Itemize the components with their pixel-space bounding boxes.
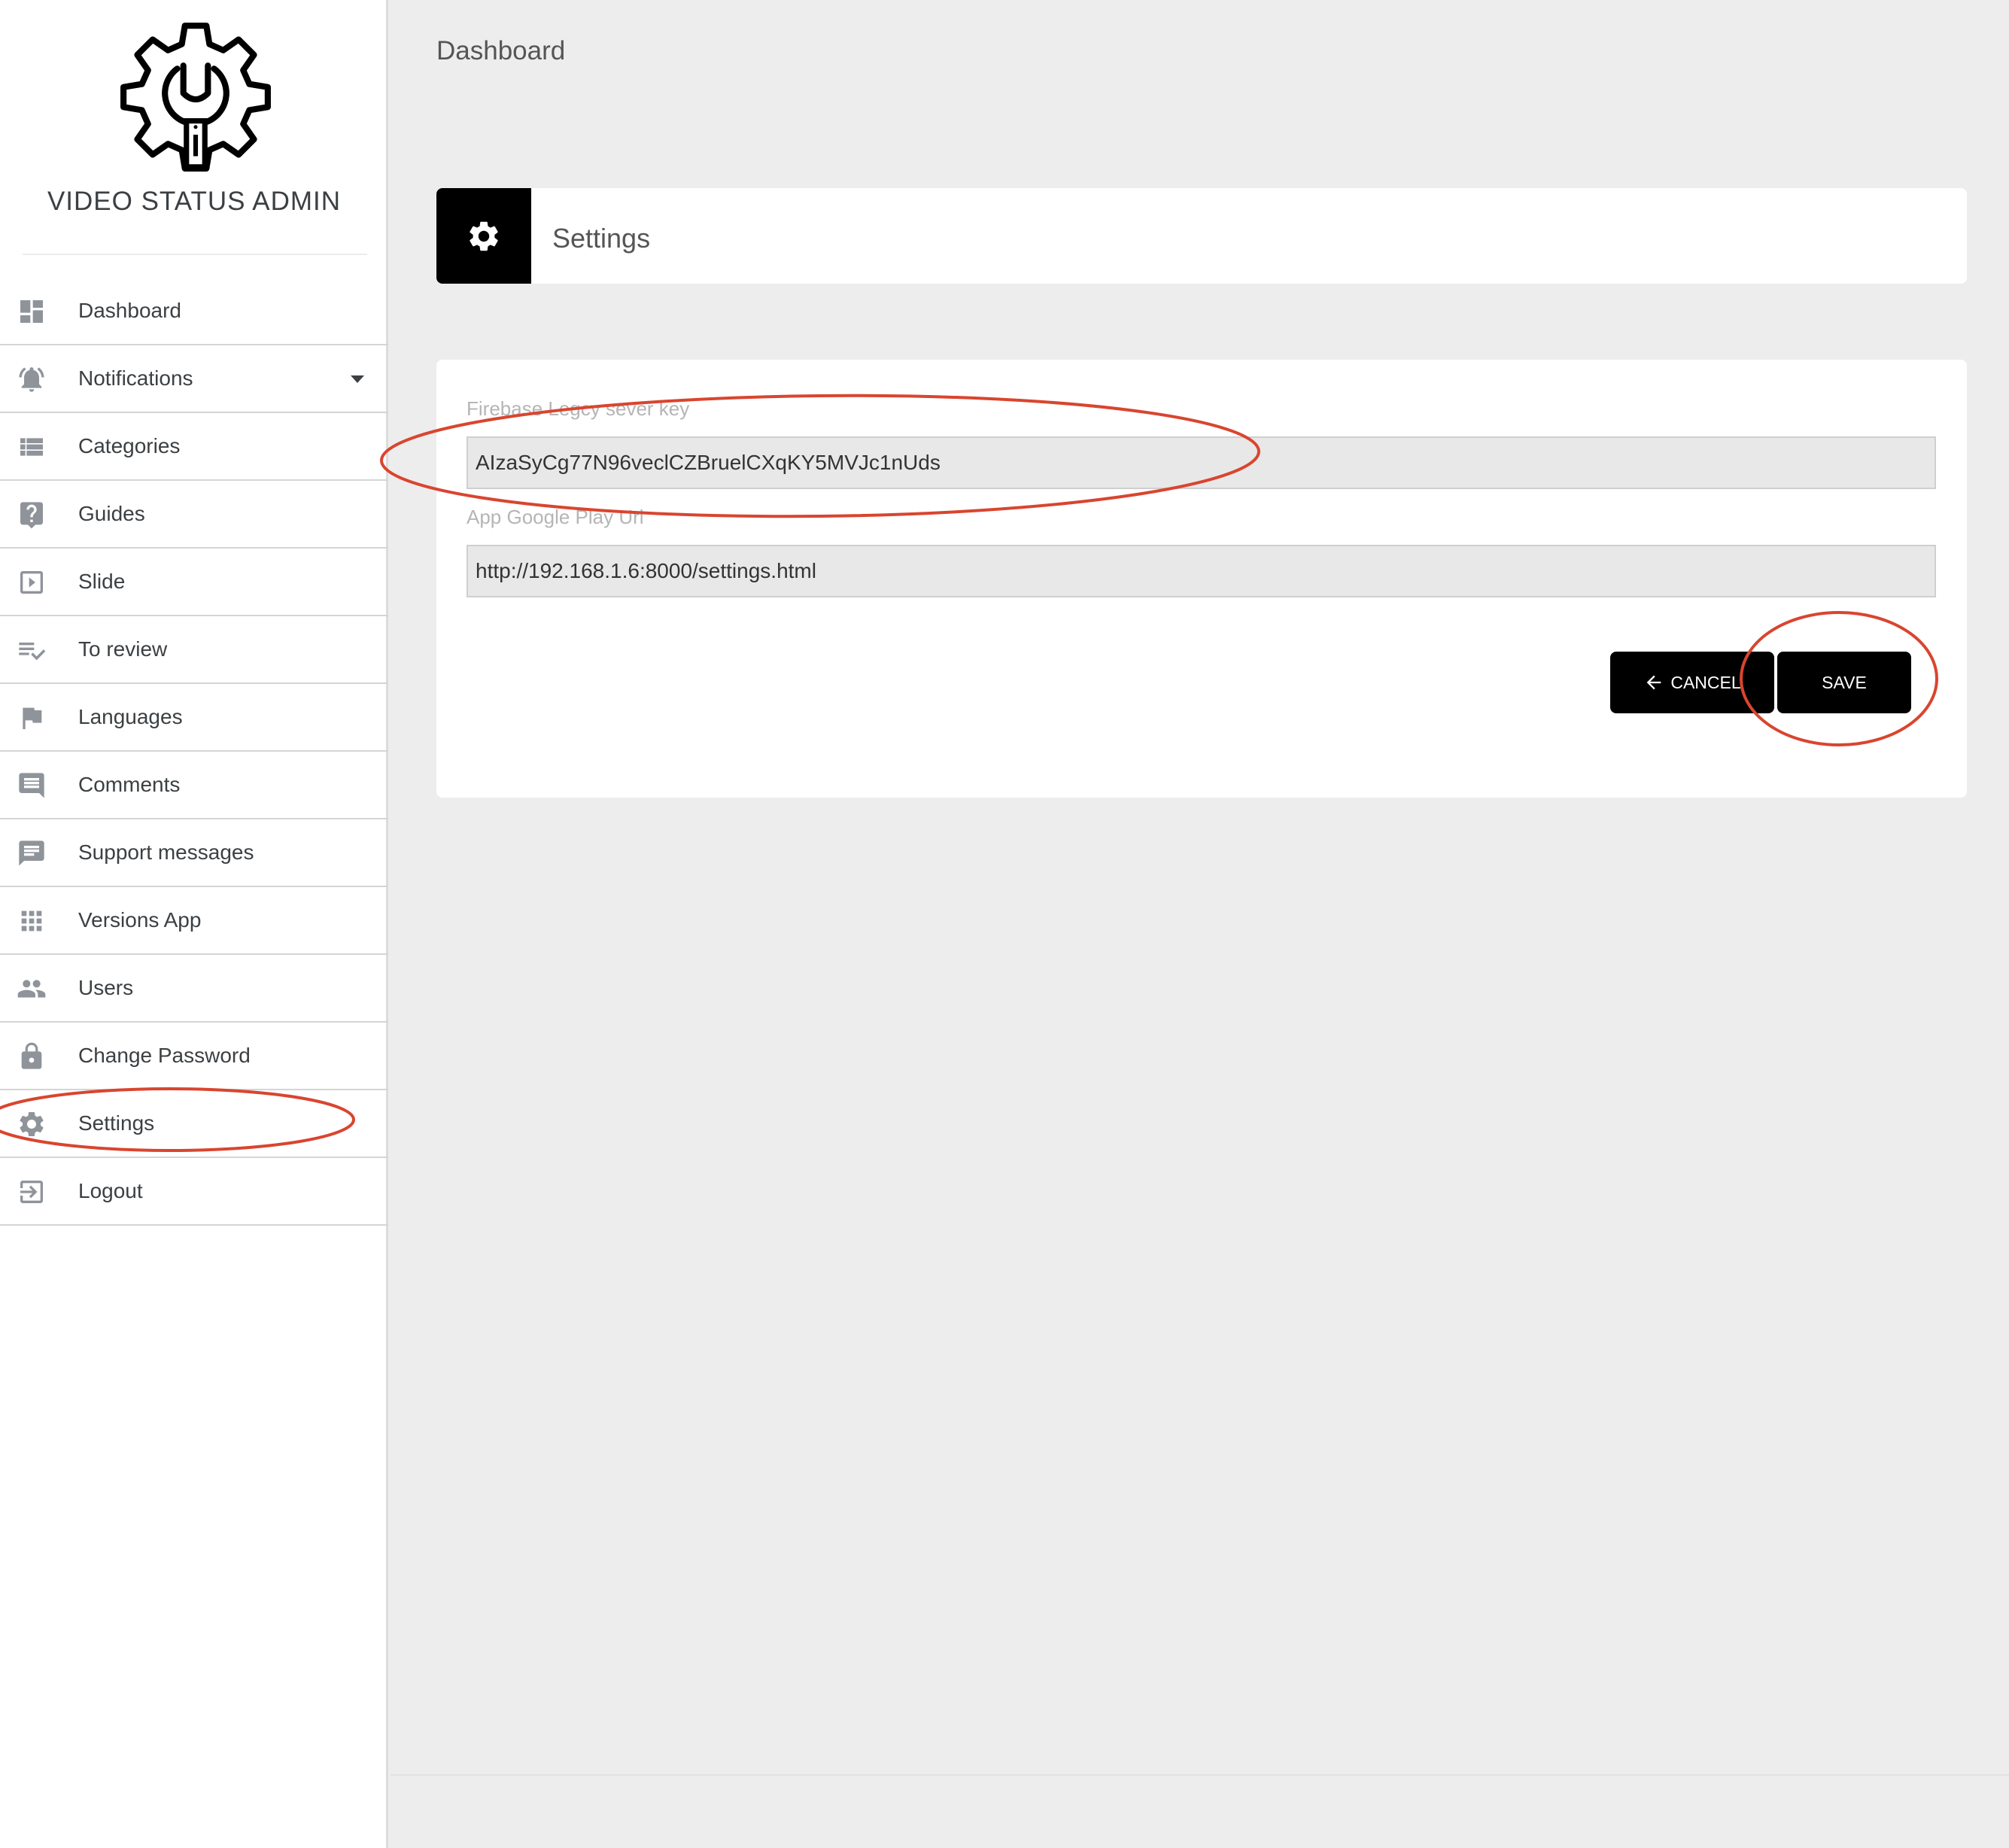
play-url-label: App Google Play Url [467, 506, 644, 528]
sidebar-item-logout[interactable]: Logout [0, 1158, 388, 1226]
sidebar-item-label: Logout [78, 1179, 143, 1202]
sidebar-item-change-password[interactable]: Change Password [0, 1023, 388, 1090]
sidebar-item-versions-app[interactable]: Versions App [0, 887, 388, 955]
sidebar-item-label: Comments [78, 773, 181, 796]
play-box-icon [20, 571, 43, 594]
sidebar-item-label: Guides [78, 502, 145, 525]
page-title: Settings [552, 223, 651, 254]
chat-icon [19, 840, 44, 866]
gear-wrench-icon [120, 23, 271, 172]
breadcrumb: Dashboard [436, 36, 566, 65]
gear-icon [20, 1112, 44, 1136]
settings-form-card: Firebase Legcy sever key App Google Play… [436, 360, 1967, 798]
sidebar-item-notifications[interactable]: Notifications [0, 345, 388, 413]
sidebar-item-slide[interactable]: Slide [0, 549, 388, 616]
lock-icon [21, 1042, 42, 1069]
sidebar-item-languages[interactable]: Languages [0, 684, 388, 752]
sidebar: VIDEO STATUS ADMIN Dashboard Notificatio… [0, 0, 388, 1848]
footer-divider [391, 1774, 2009, 1776]
sidebar-item-label: Versions App [78, 908, 202, 932]
sidebar-item-comments[interactable]: Comments [0, 752, 388, 819]
sidebar-item-categories[interactable]: Categories [0, 413, 388, 481]
save-button-label: SAVE [1822, 672, 1867, 692]
sidebar-item-label: Users [78, 976, 134, 999]
comment-icon [19, 773, 44, 798]
divider [23, 254, 367, 255]
sidebar-item-support-messages[interactable]: Support messages [0, 819, 388, 887]
arrow-left-icon [1647, 675, 1661, 690]
sidebar-item-dashboard[interactable]: Dashboard [0, 278, 388, 345]
people-icon [17, 980, 46, 998]
sidebar-item-to-review[interactable]: To review [0, 616, 388, 684]
sidebar-item-label: Support messages [78, 840, 254, 864]
help-icon [20, 502, 43, 529]
apps-icon [21, 910, 42, 932]
logout-icon [20, 1181, 43, 1203]
sidebar-item-guides[interactable]: Guides [0, 481, 388, 549]
sidebar-nav: Dashboard Notifications Categories Guide… [0, 278, 388, 1226]
save-button[interactable]: SAVE [1777, 652, 1911, 713]
settings-header-card: Settings [436, 188, 1967, 284]
sidebar-item-label: Categories [78, 434, 181, 457]
header-icon-box [436, 188, 531, 284]
sidebar-item-label: Settings [78, 1111, 155, 1135]
firebase-key-input[interactable] [467, 436, 1936, 489]
sidebar-item-users[interactable]: Users [0, 955, 388, 1023]
bell-icon [19, 367, 44, 392]
list-icon [20, 438, 43, 456]
flag-icon [23, 707, 42, 729]
sidebar-item-label: Slide [78, 570, 126, 593]
caret-down-icon[interactable] [351, 375, 364, 383]
sidebar-item-settings[interactable]: Settings [0, 1090, 388, 1158]
sidebar-item-label: Change Password [78, 1044, 251, 1067]
sidebar-item-label: Languages [78, 705, 183, 728]
playlist-check-icon [19, 643, 46, 661]
sidebar-item-label: To review [78, 637, 168, 661]
logo-area: VIDEO STATUS ADMIN [0, 0, 388, 256]
cancel-button[interactable]: CANCEL [1610, 652, 1774, 713]
brand-title: VIDEO STATUS ADMIN [47, 187, 342, 216]
sidebar-item-label: Notifications [78, 366, 193, 390]
dashboard-icon [20, 300, 43, 323]
firebase-key-label: Firebase Legcy sever key [467, 397, 690, 420]
cancel-button-label: CANCEL [1670, 672, 1741, 692]
sidebar-item-label: Dashboard [78, 299, 181, 322]
gear-icon [470, 221, 498, 251]
play-url-input[interactable] [467, 545, 1936, 597]
